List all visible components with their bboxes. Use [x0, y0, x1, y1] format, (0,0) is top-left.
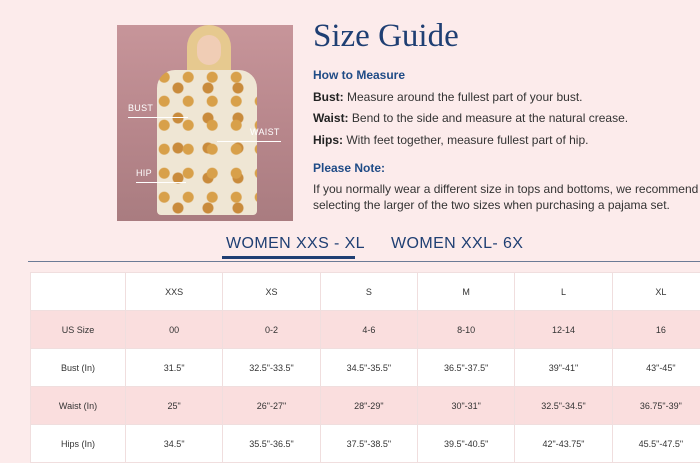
- size-table: XXS XS S M L XL US Size 00 0-2 4-6 8-10 …: [30, 272, 700, 463]
- note-line-2: selecting the larger of the two sizes wh…: [313, 197, 670, 213]
- table-cell: 35.5"-36.5": [223, 425, 320, 463]
- how-to-measure-heading: How to Measure: [313, 68, 405, 82]
- table-cell: 28"-29": [320, 387, 417, 425]
- table-cell: 8-10: [417, 311, 514, 349]
- pajama-shirt: [157, 70, 257, 215]
- hip-line: [136, 182, 186, 183]
- active-tab-indicator: [222, 256, 355, 259]
- note-line-1: If you normally wear a different size in…: [313, 181, 698, 197]
- model-photo: BUST WAIST HIP: [117, 25, 293, 221]
- table-cell: 39.5"-40.5": [417, 425, 514, 463]
- column-header: M: [417, 273, 514, 311]
- table-cell: 32.5"-33.5": [223, 349, 320, 387]
- table-cell: 39"-41": [515, 349, 612, 387]
- measure-text: Bend to the side and measure at the natu…: [352, 111, 628, 125]
- waist-line: [217, 141, 281, 142]
- table-cell: 12-14: [515, 311, 612, 349]
- table-cell: 31.5": [126, 349, 223, 387]
- table-cell: 45.5"-47.5": [612, 425, 700, 463]
- measure-term: Bust:: [313, 90, 344, 104]
- page-title: Size Guide: [313, 18, 459, 55]
- measure-hips: Hips: With feet together, measure fulles…: [313, 132, 588, 148]
- table-cell: 4-6: [320, 311, 417, 349]
- waist-label: WAIST: [250, 127, 280, 137]
- table-row: Hips (In) 34.5" 35.5"-36.5" 37.5"-38.5" …: [31, 425, 700, 463]
- row-label: Waist (In): [31, 387, 126, 425]
- measure-term: Waist:: [313, 111, 349, 125]
- row-label: Bust (In): [31, 349, 126, 387]
- table-cell: 25": [126, 387, 223, 425]
- table-row: US Size 00 0-2 4-6 8-10 12-14 16: [31, 311, 700, 349]
- measure-text: Measure around the fullest part of your …: [347, 90, 582, 104]
- table-cell: 16: [612, 311, 700, 349]
- table-cell: 37.5"-38.5": [320, 425, 417, 463]
- table-cell: 36.5"-37.5": [417, 349, 514, 387]
- tab-women-xxl-6x[interactable]: WOMEN XXL- 6X: [391, 235, 523, 253]
- bust-label: BUST: [128, 103, 153, 113]
- table-cell: 43"-45": [612, 349, 700, 387]
- column-header: [31, 273, 126, 311]
- table-cell: 30"-31": [417, 387, 514, 425]
- column-header: XXS: [126, 273, 223, 311]
- measure-waist: Waist: Bend to the side and measure at t…: [313, 110, 628, 126]
- table-cell: 36.75"-39": [612, 387, 700, 425]
- table-cell: 34.5"-35.5": [320, 349, 417, 387]
- table-cell: 0-2: [223, 311, 320, 349]
- measure-text: With feet together, measure fullest part…: [346, 133, 588, 147]
- column-header: XL: [612, 273, 700, 311]
- tabs-divider: [28, 261, 700, 262]
- row-label: US Size: [31, 311, 126, 349]
- table-cell: 26"-27": [223, 387, 320, 425]
- measure-bust: Bust: Measure around the fullest part of…: [313, 89, 582, 105]
- column-header: XS: [223, 273, 320, 311]
- table-cell: 00: [126, 311, 223, 349]
- tab-women-xxs-xl[interactable]: WOMEN XXS - XL: [226, 235, 365, 253]
- table-cell: 32.5"-34.5": [515, 387, 612, 425]
- table-cell: 42"-43.75": [515, 425, 612, 463]
- measure-term: Hips:: [313, 133, 343, 147]
- model-face: [197, 35, 221, 65]
- table-row: Waist (In) 25" 26"-27" 28"-29" 30"-31" 3…: [31, 387, 700, 425]
- table-header-row: XXS XS S M L XL: [31, 273, 700, 311]
- column-header: S: [320, 273, 417, 311]
- row-label: Hips (In): [31, 425, 126, 463]
- hip-label: HIP: [136, 168, 152, 178]
- table-cell: 34.5": [126, 425, 223, 463]
- bust-line: [128, 117, 188, 118]
- column-header: L: [515, 273, 612, 311]
- table-row: Bust (In) 31.5" 32.5"-33.5" 34.5"-35.5" …: [31, 349, 700, 387]
- please-note-heading: Please Note:: [313, 161, 385, 175]
